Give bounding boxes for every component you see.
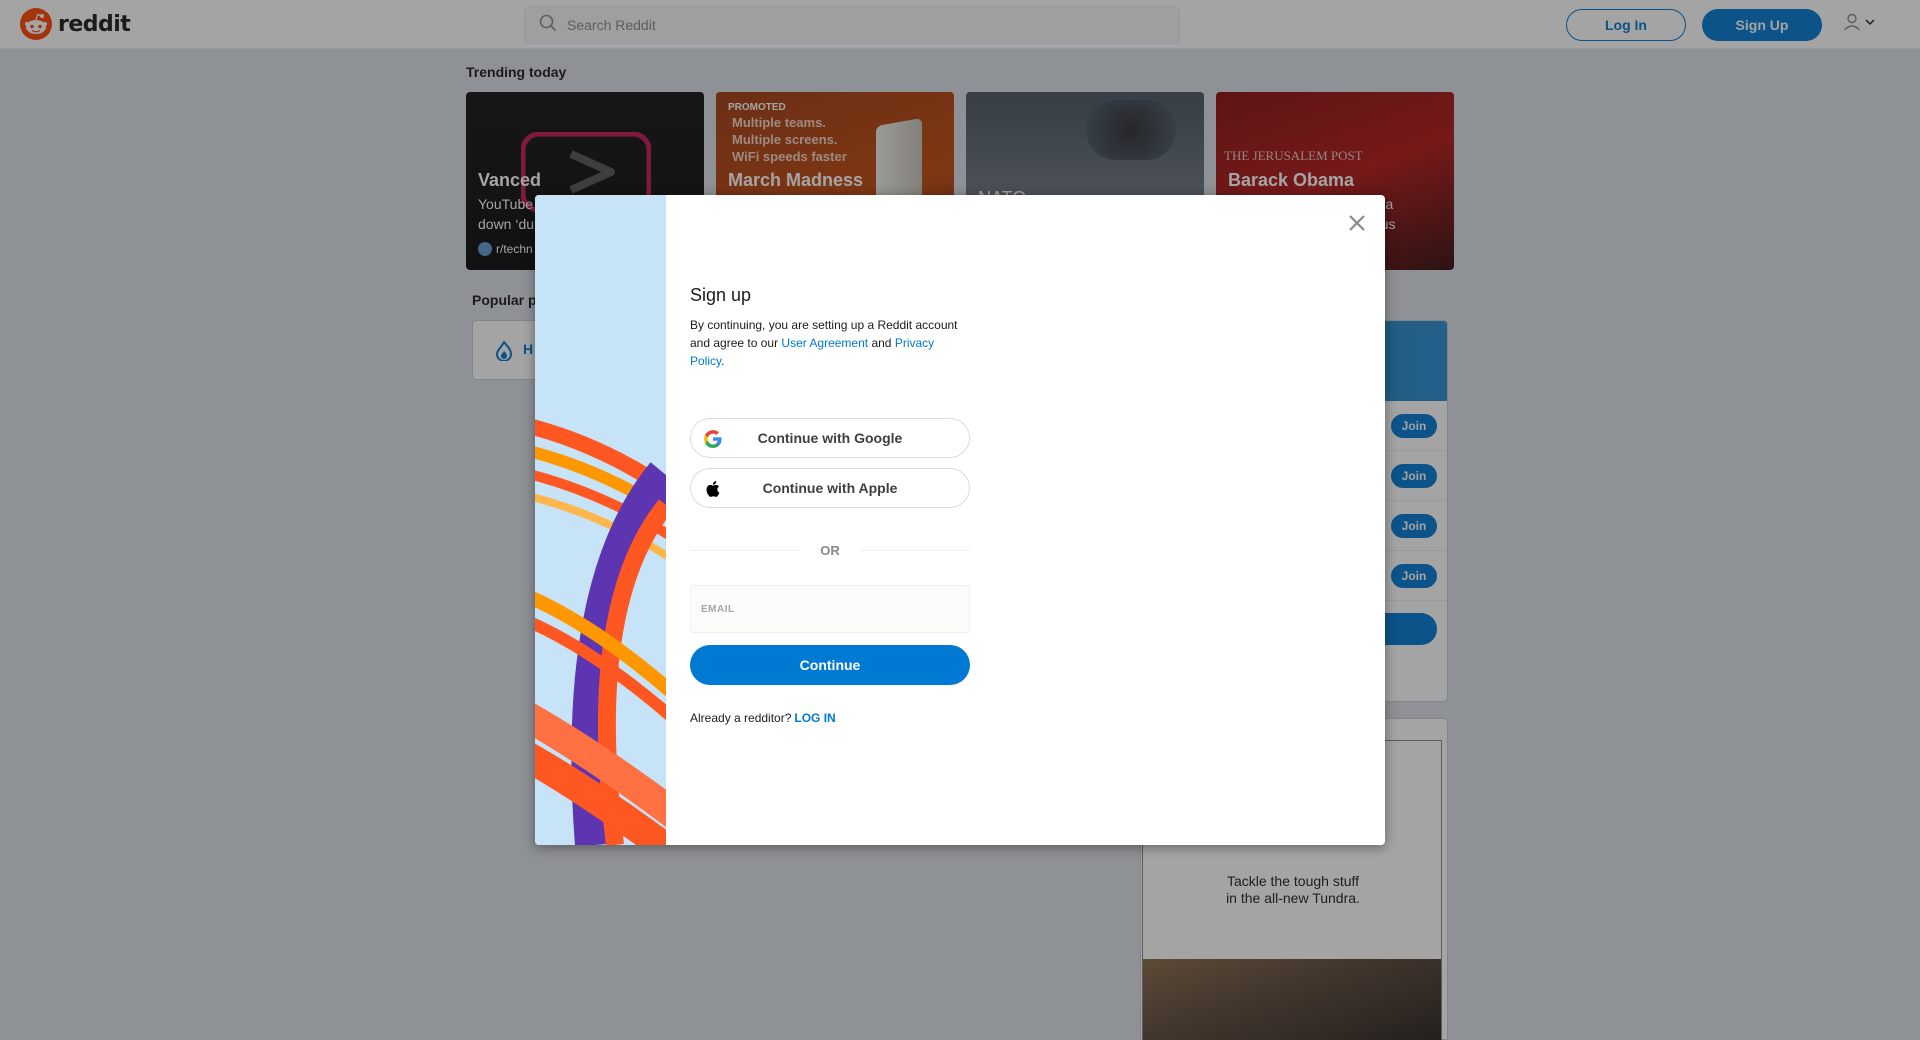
divider-line <box>860 550 970 551</box>
apple-button-label: Continue with Apple <box>762 480 898 496</box>
continue-button[interactable]: Continue <box>690 645 970 685</box>
google-button-label: Continue with Google <box>757 430 903 446</box>
user-agreement-link[interactable]: User Agreement <box>781 336 868 350</box>
continue-with-apple-button[interactable]: Continue with Apple <box>690 468 970 508</box>
or-divider: OR <box>690 540 970 560</box>
email-field[interactable] <box>690 585 970 633</box>
login-prompt: Already a redditor? Log In <box>690 711 836 725</box>
signup-header: Sign up By continuing, you are setting u… <box>690 285 970 370</box>
modal-title: Sign up <box>690 285 752 305</box>
close-icon <box>1349 215 1365 231</box>
signup-modal: Sign up By continuing, you are setting u… <box>535 195 1385 845</box>
login-link[interactable]: Log In <box>794 711 835 725</box>
signup-artwork <box>535 195 666 845</box>
continue-with-google-button[interactable]: Continue with Google <box>690 418 970 458</box>
close-button[interactable] <box>1343 209 1371 237</box>
modal-description: By continuing, you are setting up a Redd… <box>690 318 958 368</box>
